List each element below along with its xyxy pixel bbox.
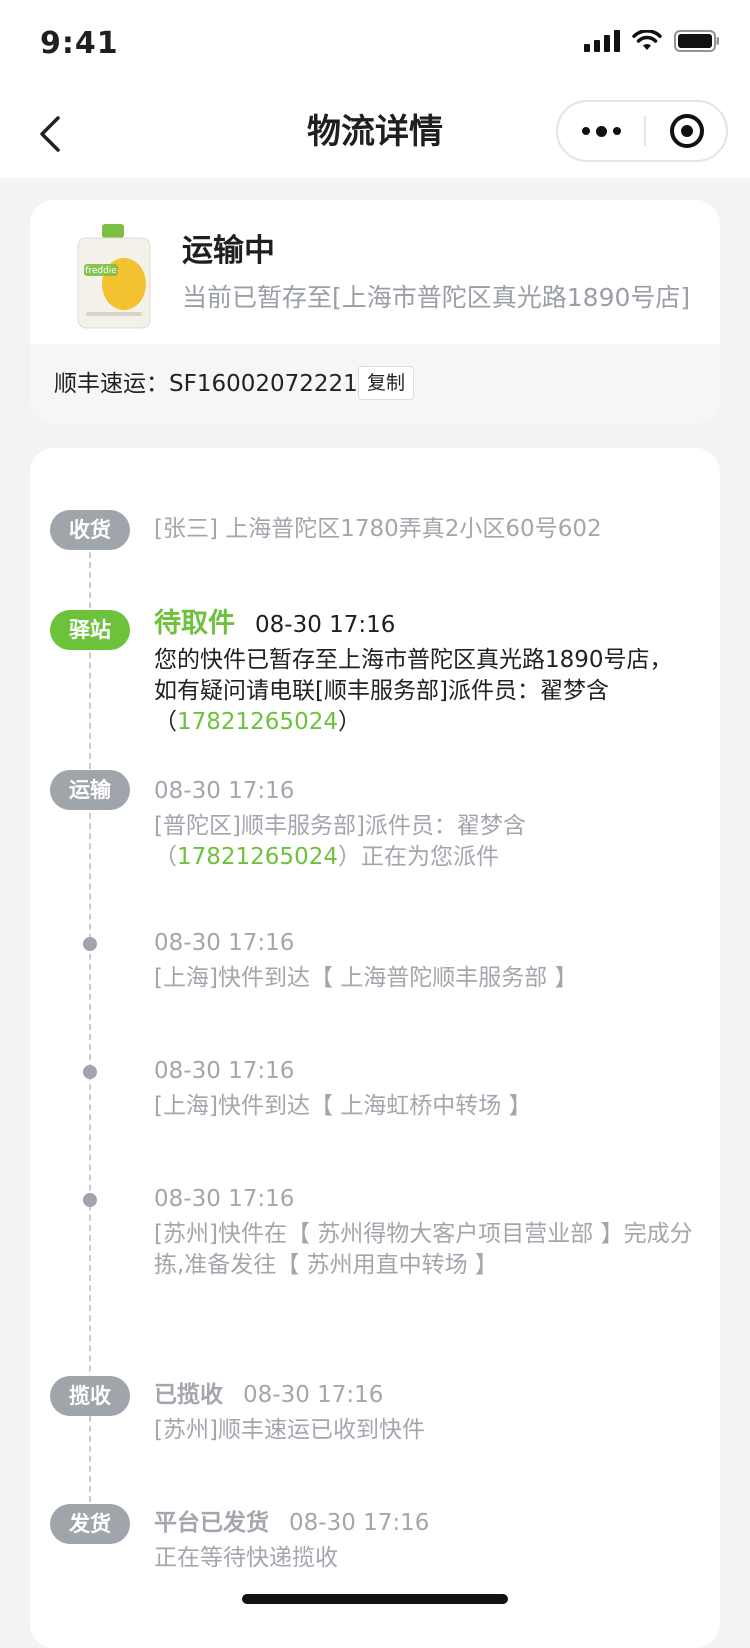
shipped-text: 正在等待快递揽收 — [154, 1545, 338, 1571]
battery-icon — [674, 30, 720, 52]
event-content: 08-30 17:16 [苏州]快件在【 苏州得物大客户项目营业部 】完成分拣,… — [154, 1184, 694, 1281]
shipment-status: 运输中 — [182, 233, 275, 269]
timeline-line — [89, 532, 91, 1512]
station-text: 您的快件已暂存至上海市普陀区真光路1890号店，如有疑问请电联[顺丰服务部]派件… — [154, 645, 694, 738]
timeline-card: 收货 [张三] 上海普陀区1780弄真2小区60号602 驿站 待取件 08-3… — [30, 448, 720, 1648]
shipped-status: 平台已发货 — [154, 1510, 269, 1536]
event-time: 08-30 17:16 — [154, 1058, 295, 1084]
shipped-time: 08-30 17:16 — [289, 1510, 430, 1536]
timeline-dot — [83, 1065, 97, 1079]
status-icons — [584, 30, 720, 52]
status-bar: 9:41 — [0, 0, 750, 90]
pickup-time: 08-30 17:16 — [243, 1382, 384, 1408]
transit-message-end: ）正在为您派件 — [337, 844, 499, 870]
station-status: 待取件 — [154, 608, 235, 639]
event-time: 08-30 17:16 — [154, 1186, 295, 1212]
event-text: [上海]快件到达【 上海普陀顺丰服务部 】 — [154, 965, 578, 991]
home-indicator — [242, 1594, 508, 1604]
event-text: [上海]快件到达【 上海虹桥中转场 】 — [154, 1093, 532, 1119]
receiver-text: [张三] 上海普陀区1780弄真2小区60号602 — [154, 516, 602, 542]
shipment-description: 当前已暂存至[上海市普陀区真光路1890号店] — [182, 283, 691, 312]
shipped-head: 平台已发货 08-30 17:16 — [154, 1508, 694, 1539]
event-time: 08-30 17:16 — [154, 930, 295, 956]
receiver-address: [张三] 上海普陀区1780弄真2小区60号602 — [154, 514, 694, 545]
station-message-end: ） — [337, 709, 361, 735]
transit-phone-link[interactable]: 17821265024 — [177, 844, 338, 870]
timeline-dot — [83, 1193, 97, 1207]
transit-content: 08-30 17:16 [普陀区]顺丰服务部]派件员：翟梦含（178212650… — [154, 776, 694, 873]
shipped-content: 平台已发货 08-30 17:16 正在等待快递揽收 — [154, 1508, 694, 1574]
wifi-icon — [632, 30, 662, 52]
target-close-icon — [670, 114, 704, 148]
station-phone-link[interactable]: 17821265024 — [177, 709, 338, 735]
event-content: 08-30 17:16 [上海]快件到达【 上海虹桥中转场 】 — [154, 1056, 694, 1122]
event-content: 08-30 17:16 [上海]快件到达【 上海普陀顺丰服务部 】 — [154, 928, 694, 994]
transit-text: [普陀区]顺丰服务部]派件员：翟梦含（17821265024）正在为您派件 — [154, 811, 694, 873]
event-text: [苏州]快件在【 苏州得物大客户项目营业部 】完成分拣,准备发往【 苏州用直中转… — [154, 1221, 693, 1278]
pickup-content: 已揽收 08-30 17:16 [苏州]顺丰速运已收到快件 — [154, 1380, 694, 1446]
miniprogram-capsule — [556, 100, 728, 162]
tracking-bar: 顺丰速运：SF1600207222161 复制 — [30, 344, 720, 424]
tracking-number: 顺丰速运：SF1600207222161 — [54, 371, 388, 397]
station-content: 待取件 08-30 17:16 您的快件已暂存至上海市普陀区真光路1890号店，… — [154, 608, 694, 738]
shipped-badge: 发货 — [50, 1504, 130, 1544]
more-dots-icon — [581, 127, 590, 135]
copy-button[interactable]: 复制 — [358, 366, 415, 400]
transit-badge: 运输 — [50, 770, 130, 810]
pickup-badge: 揽收 — [50, 1376, 130, 1416]
status-time: 9:41 — [40, 26, 119, 61]
transit-time: 08-30 17:16 — [154, 778, 295, 804]
pickup-head: 已揽收 08-30 17:16 — [154, 1380, 694, 1411]
pickup-text: [苏州]顺丰速运已收到快件 — [154, 1417, 425, 1443]
station-time: 08-30 17:16 — [255, 612, 396, 638]
station-head: 待取件 08-30 17:16 — [154, 608, 694, 641]
nav-bar: 物流详情 — [0, 90, 750, 178]
cellular-signal-icon — [584, 30, 620, 52]
station-badge: 驿站 — [50, 610, 130, 650]
shipment-card: freddie 运输中 当前已暂存至[上海市普陀区真光路1890号店] 顺丰速运… — [30, 200, 720, 424]
timeline-dot — [83, 937, 97, 951]
pickup-status: 已揽收 — [154, 1382, 223, 1408]
close-button[interactable] — [646, 102, 728, 160]
product-thumbnail: freddie — [66, 222, 162, 332]
receiver-badge: 收货 — [50, 510, 130, 550]
svg-text:freddie: freddie — [85, 266, 117, 276]
more-button[interactable] — [558, 102, 644, 160]
